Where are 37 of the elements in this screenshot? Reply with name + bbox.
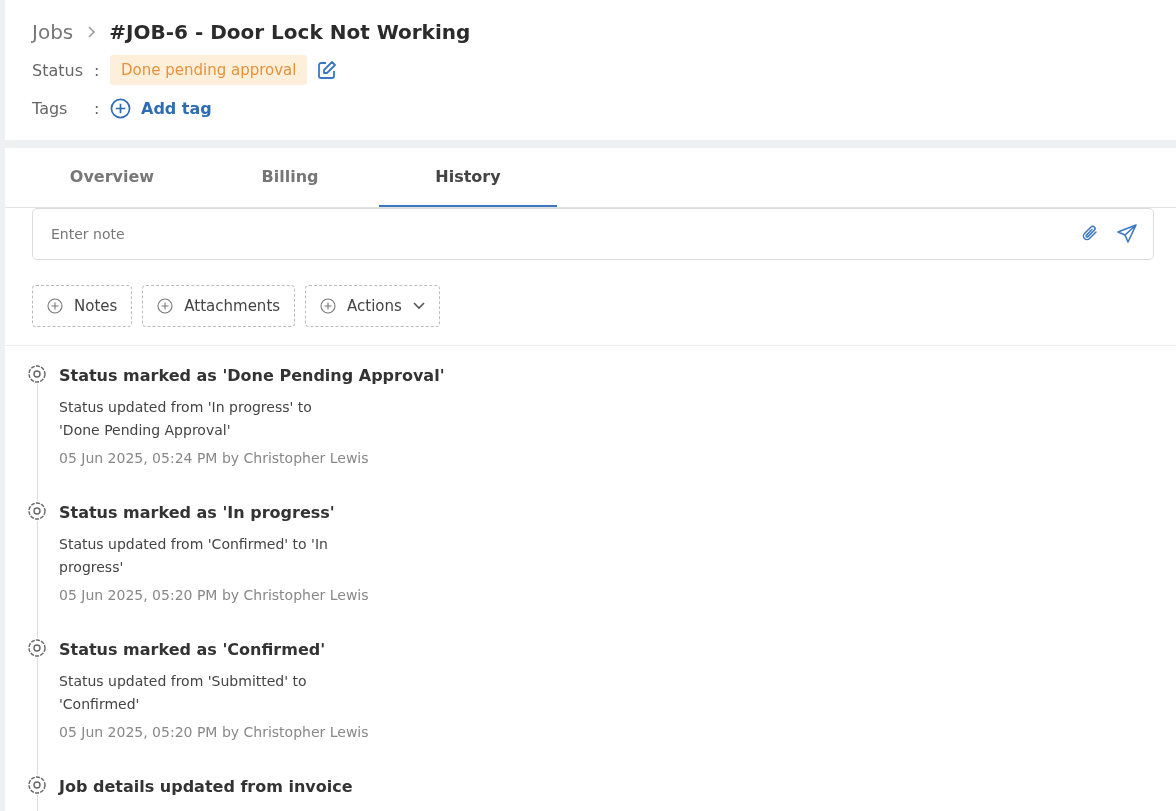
send-icon[interactable]: [1116, 223, 1138, 245]
history-description: Status updated from 'Submitted' to 'Confirmed': [59, 672, 308, 714]
history-description: Status updated from 'In progress' to 'Done Pending Approval': [59, 398, 313, 440]
separator: :: [94, 98, 101, 118]
edit-icon[interactable]: [317, 60, 338, 80]
chevron-right-icon: [87, 26, 96, 38]
status-label: Status: [32, 60, 84, 80]
history-description: Status updated from 'Confirmed' to 'In progress': [59, 535, 329, 577]
page-title: #JOB-6 - Door Lock Not Working: [109, 20, 471, 44]
add-button[interactable]: Actions: [305, 285, 440, 327]
history-meta: 05 Jun 2025, 05:20 PM by Christopher Lewis: [59, 587, 369, 603]
breadcrumb-link[interactable]: Jobs: [32, 20, 74, 44]
plus-circle-icon: [110, 97, 131, 119]
plus-circle-icon: [47, 298, 63, 314]
paperclip-icon[interactable]: [1080, 223, 1100, 243]
add-tag-link[interactable]: Add tag: [110, 97, 212, 119]
history-title: Job details updated from invoice: [59, 776, 353, 798]
caret-down-icon: [412, 302, 425, 310]
tab[interactable]: Overview: [23, 148, 201, 207]
gear-icon: [27, 638, 47, 658]
gear-icon: [27, 501, 47, 521]
note-field[interactable]: Enter note: [32, 208, 1154, 260]
tags-label: Tags: [32, 98, 69, 118]
history-title: Status marked as 'Done Pending Approval': [59, 365, 445, 387]
history-meta: 05 Jun 2025, 05:24 PM by Christopher Lewis: [59, 450, 370, 466]
plus-circle-icon: [157, 298, 174, 314]
history-meta: 05 Jun 2025, 05:20 PM by Christopher Lewis: [59, 724, 369, 740]
separator: :: [94, 60, 101, 80]
gear-icon: [27, 364, 47, 384]
plus-circle-icon: [320, 298, 337, 314]
gear-icon: [27, 775, 47, 795]
add-button[interactable]: Attachments: [142, 285, 296, 327]
history-title: Status marked as 'In progress': [59, 502, 336, 524]
add-button[interactable]: Notes: [32, 285, 133, 327]
tab[interactable]: Billing: [201, 148, 379, 207]
history-title: Status marked as 'Confirmed': [59, 639, 327, 661]
status-badge: Done pending approval: [110, 55, 308, 85]
